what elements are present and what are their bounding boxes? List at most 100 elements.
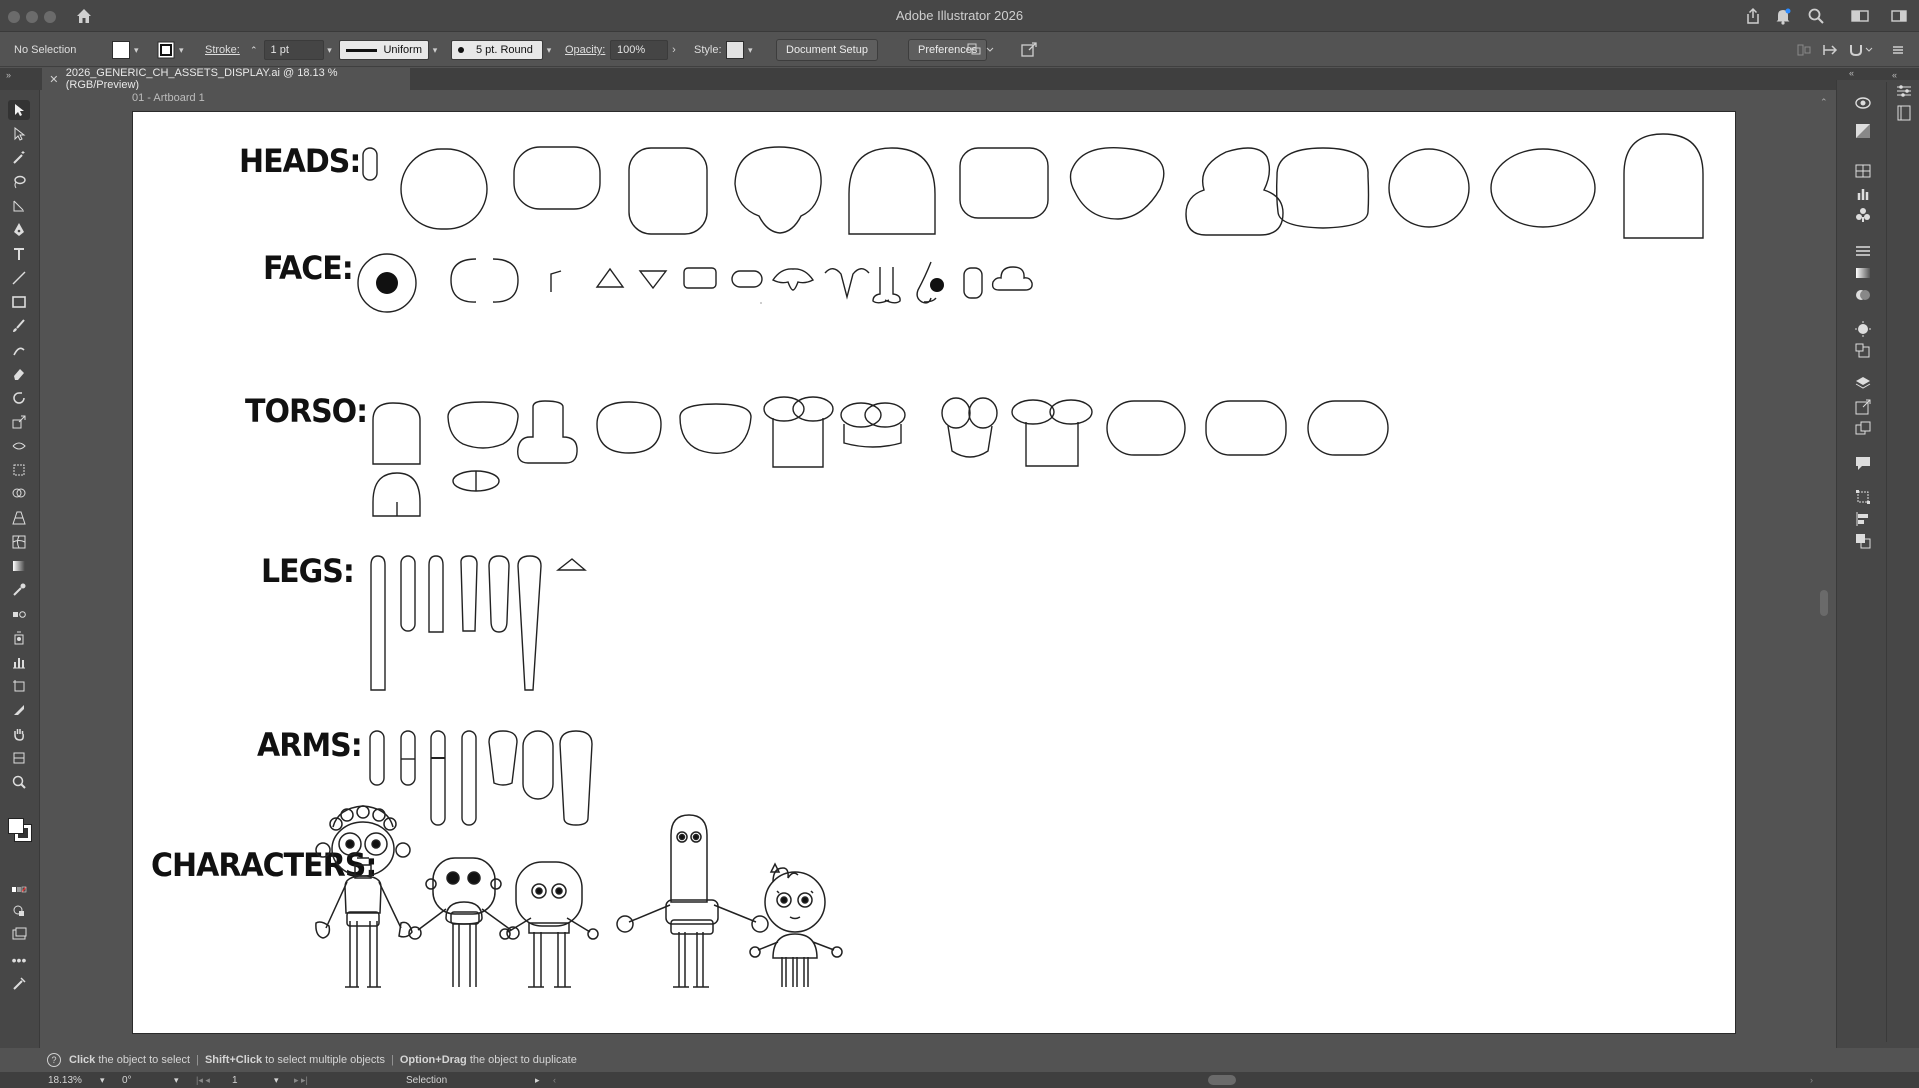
pen-tool-icon[interactable] [8, 220, 30, 240]
symbols-icon[interactable] [1854, 206, 1872, 224]
selection-tool-icon[interactable] [8, 100, 30, 120]
graphic-styles-icon[interactable] [1854, 122, 1872, 140]
workspace-icon[interactable] [1850, 6, 1870, 26]
free-transform-tool-icon[interactable] [8, 460, 30, 480]
perspective-grid-icon[interactable] [8, 508, 30, 528]
slice-tool-icon[interactable] [8, 700, 30, 720]
artboard-tool-icon[interactable] [8, 676, 30, 696]
stroke-label[interactable]: Stroke: [205, 33, 240, 67]
status-menu-icon[interactable]: ▸ [535, 1073, 540, 1087]
column-graph-tool-icon[interactable] [8, 652, 30, 672]
zoom-dropdown-icon[interactable]: ▾ [100, 1073, 105, 1087]
properties-icon[interactable] [1895, 82, 1913, 100]
stroke-dropdown-icon[interactable]: ▾ [179, 33, 191, 67]
transform-icon[interactable] [1822, 33, 1840, 67]
fill-stroke-swatches[interactable] [6, 816, 34, 844]
brushes-icon[interactable] [1854, 184, 1872, 202]
align-icon[interactable] [1796, 33, 1812, 67]
bell-icon[interactable] [1773, 6, 1793, 26]
draw-mode-icon[interactable] [8, 900, 30, 920]
control-bar-menu-icon[interactable] [1890, 33, 1906, 67]
gradient-panel-icon[interactable] [1854, 264, 1872, 282]
magic-wand-tool-icon[interactable] [8, 148, 30, 168]
symbol-sprayer-icon[interactable] [8, 628, 30, 648]
search-icon[interactable] [1806, 6, 1826, 26]
line-tool-icon[interactable] [8, 268, 30, 288]
transform-panel-icon[interactable] [1854, 488, 1872, 506]
artboard-dropdown-icon[interactable]: ▾ [274, 1073, 279, 1087]
curvature-select-icon[interactable] [8, 196, 30, 216]
screen-mode-icon[interactable] [8, 924, 30, 944]
variable-width-profile[interactable]: Uniform ▾ [339, 33, 441, 67]
libraries-icon[interactable] [1895, 104, 1913, 122]
document-setup-button[interactable]: Document Setup [776, 39, 878, 61]
stroke-weight-field[interactable]: ⌃ 1 pt ▾ [250, 33, 336, 67]
transparency-icon[interactable] [1854, 286, 1872, 304]
style-dropdown-icon[interactable]: ▾ [748, 33, 760, 67]
zoom-level[interactable]: 18.13% [48, 1073, 82, 1087]
direct-selection-tool-icon[interactable] [8, 124, 30, 144]
artboard[interactable]: HEADS: FACE: TORSO: LEGS: ARMS: CHARACTE… [132, 111, 1736, 1034]
pathfinder-icon[interactable] [1854, 532, 1872, 550]
artboards-icon[interactable] [1854, 342, 1872, 360]
rectangle-tool-icon[interactable] [8, 292, 30, 312]
fill-swatch[interactable] [112, 33, 130, 67]
layers-icon[interactable] [1854, 374, 1872, 392]
rotate-tool-icon[interactable] [8, 388, 30, 408]
rotation-value[interactable]: 0° [122, 1073, 132, 1087]
panels-toggle-icon[interactable] [1889, 6, 1909, 26]
fill-dropdown-icon[interactable]: ▾ [134, 33, 146, 67]
color-mode-icon[interactable] [8, 880, 30, 900]
opacity-value[interactable]: 100% [610, 40, 668, 60]
asset-export-icon[interactable] [1854, 398, 1872, 416]
width-tool-icon[interactable] [8, 436, 30, 456]
scroll-right-icon[interactable]: › [1810, 1073, 1813, 1087]
blend-tool-icon[interactable] [8, 604, 30, 624]
hand-tool-icon[interactable] [8, 724, 30, 744]
lasso-tool-icon[interactable] [8, 172, 30, 192]
links-icon[interactable] [1854, 420, 1872, 438]
edit-toolbar-icon[interactable] [8, 974, 30, 994]
stroke-weight-value[interactable]: 1 pt [263, 40, 324, 60]
rotation-dropdown-icon[interactable]: ▾ [174, 1073, 179, 1087]
shape-builder-tool-icon[interactable] [8, 484, 30, 504]
shaper-tool-icon[interactable] [8, 340, 30, 360]
paintbrush-tool-icon[interactable] [8, 316, 30, 336]
vertical-scrollbar-thumb[interactable] [1820, 590, 1828, 616]
eraser-tool-icon[interactable] [8, 364, 30, 384]
scroll-left-icon[interactable]: ‹ [553, 1073, 556, 1087]
horizontal-scrollbar-thumb[interactable] [1208, 1075, 1236, 1085]
opacity-field[interactable]: 100% › [610, 33, 680, 67]
stroke-swatch[interactable] [157, 33, 175, 67]
first-artboard-icon[interactable]: |◂ ◂ [196, 1073, 210, 1087]
more-tools-icon[interactable]: ••• [8, 950, 30, 970]
eyedropper-tool-icon[interactable] [8, 580, 30, 600]
close-tab-icon[interactable]: ✕ [42, 73, 66, 86]
snap-icon[interactable] [1848, 33, 1874, 67]
brush-definition[interactable]: 5 pt. Round ▾ [451, 33, 555, 67]
print-tiling-tool-icon[interactable] [8, 748, 30, 768]
document-tab[interactable]: ✕ 2026_GENERIC_CH_ASSETS_DISPLAY.ai @ 18… [42, 67, 410, 91]
share-icon[interactable] [1743, 6, 1763, 26]
opacity-label[interactable]: Opacity: [565, 33, 605, 67]
collapse-toolbar-icon[interactable]: » [6, 70, 11, 80]
align-panel-icon[interactable] [1854, 510, 1872, 528]
collapse-dock-icon[interactable]: « [1849, 68, 1854, 78]
zoom-tool-icon[interactable] [8, 772, 30, 792]
arrange-documents-icon[interactable] [967, 33, 995, 67]
scale-tool-icon[interactable] [8, 412, 30, 432]
style-swatch[interactable] [726, 33, 744, 67]
help-icon[interactable]: ? [47, 1053, 61, 1067]
appearance-icon[interactable] [1854, 94, 1872, 112]
gradient-tool-icon[interactable] [8, 556, 30, 576]
color-guide-icon[interactable] [1854, 320, 1872, 338]
comments-icon[interactable] [1854, 454, 1872, 472]
type-tool-icon[interactable] [8, 244, 30, 264]
scroll-up-icon[interactable]: ⌃ [1820, 97, 1828, 108]
stroke-panel-icon[interactable] [1854, 242, 1872, 260]
artboard-label[interactable]: 01 - Artboard 1 [132, 92, 205, 104]
artboard-number[interactable]: 1 [232, 1073, 238, 1087]
last-artboard-icon[interactable]: ▸ ▸| [294, 1073, 308, 1087]
export-icon[interactable] [1020, 33, 1038, 67]
mesh-tool-icon[interactable] [8, 532, 30, 552]
